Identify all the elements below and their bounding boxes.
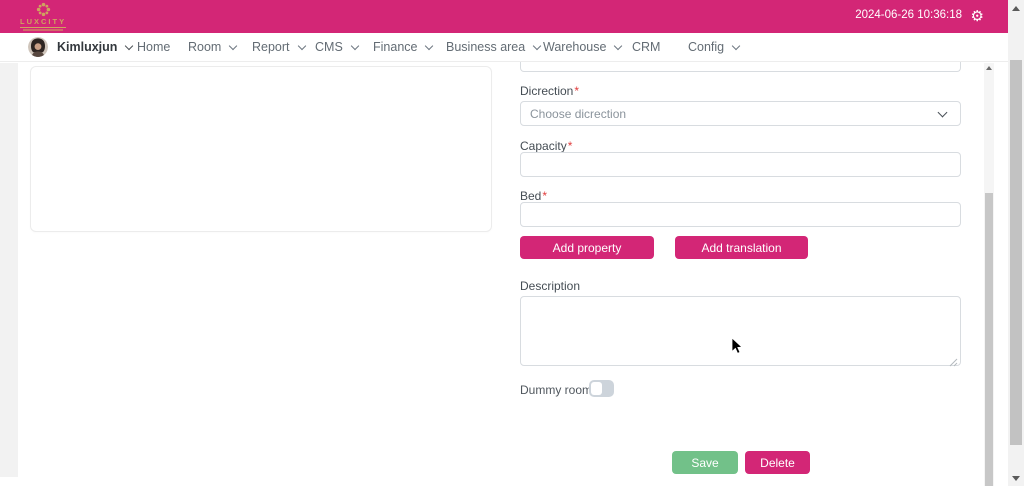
nav-item-cms[interactable]: CMS [315, 40, 358, 54]
scroll-up-arrow-icon[interactable] [986, 66, 992, 70]
chevron-down-icon [614, 42, 622, 50]
scroll-down-arrow-icon[interactable] [1012, 476, 1020, 481]
empty-side-panel [30, 66, 492, 232]
form-scrollbar[interactable] [984, 63, 994, 486]
scrollbar-thumb[interactable] [985, 193, 993, 486]
main-navbar: Kimluxjun Home Room Report CMS Finance B… [0, 33, 1008, 62]
delete-button[interactable]: Delete [745, 451, 810, 474]
nav-item-report[interactable]: Report [252, 40, 305, 54]
description-textarea[interactable] [520, 296, 961, 366]
chevron-down-icon [125, 42, 133, 50]
capacity-input[interactable] [520, 152, 961, 177]
previous-field-partial[interactable] [520, 62, 961, 72]
gear-icon[interactable]: ⚙ [971, 7, 984, 25]
direction-label: Dicrection* [520, 84, 579, 98]
nav-item-crm[interactable]: CRM [632, 40, 660, 54]
chevron-down-icon [229, 42, 237, 50]
top-header-bar: LUXCITY 2024-06-26 10:36:18 ⚙ [0, 0, 1008, 33]
app-window: LUXCITY 2024-06-26 10:36:18 ⚙ Kimluxjun … [0, 0, 1024, 486]
brand-tagline [23, 29, 63, 31]
direction-placeholder: Choose dicrection [530, 107, 626, 121]
header-datetime: 2024-06-26 10:36:18 [855, 9, 962, 21]
bed-label: Bed* [520, 189, 547, 203]
required-asterisk: * [542, 189, 547, 203]
page-left-gutter [0, 63, 18, 477]
required-asterisk: * [574, 84, 579, 98]
add-property-button[interactable]: Add property [520, 236, 654, 259]
luxcity-flower-icon [20, 2, 66, 17]
description-label: Description [520, 279, 580, 293]
chevron-down-icon [297, 42, 305, 50]
chevron-down-icon [938, 108, 948, 118]
nav-item-config[interactable]: Config [688, 40, 739, 54]
add-translation-button[interactable]: Add translation [675, 236, 808, 259]
window-scrollbar[interactable] [1008, 0, 1024, 486]
scroll-up-arrow-icon[interactable] [1012, 6, 1020, 11]
nav-item-home[interactable]: Home [137, 40, 170, 54]
direction-select[interactable]: Choose dicrection [520, 101, 961, 126]
chevron-down-icon [533, 42, 541, 50]
chevron-down-icon [351, 42, 359, 50]
nav-item-finance[interactable]: Finance [373, 40, 432, 54]
nav-item-business-area[interactable]: Business area [446, 40, 540, 54]
chevron-down-icon [425, 42, 433, 50]
brand-text: LUXCITY [20, 17, 66, 28]
user-avatar[interactable] [28, 37, 48, 57]
chevron-down-icon [732, 42, 740, 50]
scrollbar-thumb[interactable] [1010, 60, 1022, 445]
required-asterisk: * [568, 139, 573, 153]
user-name: Kimluxjun [57, 40, 117, 54]
dummy-room-toggle[interactable] [589, 380, 614, 397]
save-button[interactable]: Save [672, 451, 738, 474]
nav-item-warehouse[interactable]: Warehouse [543, 40, 621, 54]
toggle-knob [591, 382, 602, 395]
user-menu[interactable]: Kimluxjun [57, 40, 132, 54]
nav-item-room[interactable]: Room [188, 40, 236, 54]
capacity-label: Capacity* [520, 139, 572, 153]
luxcity-logo[interactable]: LUXCITY [20, 2, 66, 31]
bed-input[interactable] [520, 202, 961, 227]
dummy-room-label: Dummy room [520, 383, 592, 397]
